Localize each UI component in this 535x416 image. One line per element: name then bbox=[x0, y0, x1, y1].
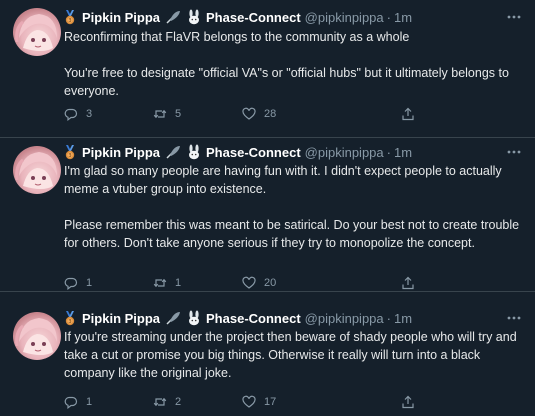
tweet-time[interactable]: 1m bbox=[394, 145, 412, 160]
like-icon bbox=[242, 395, 256, 408]
separator-dot: · bbox=[386, 310, 391, 326]
share-icon bbox=[402, 276, 414, 290]
like-count: 28 bbox=[264, 108, 277, 120]
svg-text:3: 3 bbox=[68, 319, 71, 325]
bunny-icon bbox=[189, 310, 200, 326]
like-button[interactable]: 28 bbox=[242, 106, 276, 122]
reply-count: 1 bbox=[86, 396, 93, 408]
medal-icon: 3 bbox=[65, 10, 75, 25]
separator-dot: · bbox=[386, 9, 391, 25]
share-icon bbox=[402, 395, 414, 409]
tweet-header: 3 Pipkin Pippa Phase-Connect @pipkinpipp… bbox=[62, 143, 412, 161]
author-handle[interactable]: @pipkinpippa bbox=[305, 311, 384, 326]
avatar[interactable] bbox=[13, 312, 61, 360]
tweet-time[interactable]: 1m bbox=[394, 311, 412, 326]
more-options-button[interactable] bbox=[505, 143, 523, 161]
avatar[interactable] bbox=[13, 146, 61, 194]
tweet-time[interactable]: 1m bbox=[394, 10, 412, 25]
tweet-actions: 1 1 20 bbox=[64, 275, 444, 291]
feather-badge-icon bbox=[166, 312, 181, 325]
tweet-text: If you're streaming under the project th… bbox=[64, 330, 517, 380]
share-button[interactable] bbox=[401, 275, 423, 291]
medal-icon: 3 bbox=[65, 145, 75, 160]
tweet-header: 3 Pipkin Pippa Phase-Connect @pipkinpipp… bbox=[62, 8, 412, 26]
group-name: Phase-Connect bbox=[206, 9, 301, 25]
like-count: 17 bbox=[264, 396, 277, 408]
retweet-icon bbox=[153, 278, 167, 288]
feather-badge-icon bbox=[166, 146, 181, 159]
tweet[interactable]: 3 Pipkin Pippa Phase-Connect @pipkinpipp… bbox=[0, 0, 535, 138]
reply-button[interactable]: 1 bbox=[64, 394, 92, 410]
retweet-count: 5 bbox=[175, 108, 182, 120]
share-button[interactable] bbox=[401, 394, 423, 410]
tweet-text: I'm glad so many people are having fun w… bbox=[64, 164, 520, 250]
reply-icon bbox=[64, 108, 78, 121]
more-options-button[interactable] bbox=[505, 8, 523, 26]
separator-dot: · bbox=[386, 144, 391, 160]
share-icon bbox=[402, 107, 414, 121]
medal-icon: 3 bbox=[65, 311, 75, 326]
more-icon bbox=[507, 316, 521, 320]
reply-icon bbox=[64, 396, 78, 409]
reply-button[interactable]: 3 bbox=[64, 106, 92, 122]
reply-icon bbox=[64, 277, 78, 290]
like-button[interactable]: 20 bbox=[242, 275, 276, 291]
timeline: 3 Pipkin Pippa Phase-Connect @pipkinpipp… bbox=[0, 0, 535, 416]
reply-button[interactable]: 1 bbox=[64, 275, 92, 291]
svg-text:3: 3 bbox=[68, 18, 71, 24]
author-handle[interactable]: @pipkinpippa bbox=[305, 145, 384, 160]
more-icon bbox=[507, 150, 521, 154]
retweet-button[interactable]: 5 bbox=[153, 106, 181, 122]
share-button[interactable] bbox=[401, 106, 423, 122]
reply-count: 1 bbox=[86, 277, 93, 289]
like-icon bbox=[242, 107, 256, 120]
like-count: 20 bbox=[264, 277, 277, 289]
svg-text:3: 3 bbox=[68, 153, 71, 159]
retweet-icon bbox=[153, 397, 167, 407]
author-name[interactable]: Pipkin Pippa bbox=[82, 311, 160, 326]
tweet[interactable]: 3 Pipkin Pippa Phase-Connect @pipkinpipp… bbox=[0, 292, 535, 416]
more-options-button[interactable] bbox=[505, 309, 523, 327]
author-name[interactable]: Pipkin Pippa bbox=[82, 145, 160, 160]
tweet[interactable]: 3 Pipkin Pippa Phase-Connect @pipkinpipp… bbox=[0, 138, 535, 292]
author-handle[interactable]: @pipkinpippa bbox=[305, 10, 384, 25]
retweet-icon bbox=[153, 109, 167, 119]
avatar[interactable] bbox=[13, 8, 61, 56]
tweet-header: 3 Pipkin Pippa Phase-Connect @pipkinpipp… bbox=[62, 309, 412, 327]
retweet-button[interactable]: 1 bbox=[153, 275, 181, 291]
tweet-actions: 1 2 17 bbox=[64, 394, 444, 410]
tweet-actions: 3 5 28 bbox=[64, 106, 444, 122]
tweet-text: Reconfirming that FlaVR belongs to the c… bbox=[64, 30, 509, 98]
bunny-icon bbox=[189, 144, 200, 160]
retweet-count: 2 bbox=[175, 396, 182, 408]
group-name: Phase-Connect bbox=[206, 144, 301, 160]
reply-count: 3 bbox=[86, 108, 93, 120]
bunny-icon bbox=[189, 9, 200, 25]
retweet-button[interactable]: 2 bbox=[153, 394, 181, 410]
author-name[interactable]: Pipkin Pippa bbox=[82, 10, 160, 25]
feather-badge-icon bbox=[166, 11, 181, 24]
like-button[interactable]: 17 bbox=[242, 394, 276, 410]
retweet-count: 1 bbox=[175, 277, 182, 289]
more-icon bbox=[507, 15, 521, 19]
like-icon bbox=[242, 276, 256, 289]
group-name: Phase-Connect bbox=[206, 310, 301, 326]
